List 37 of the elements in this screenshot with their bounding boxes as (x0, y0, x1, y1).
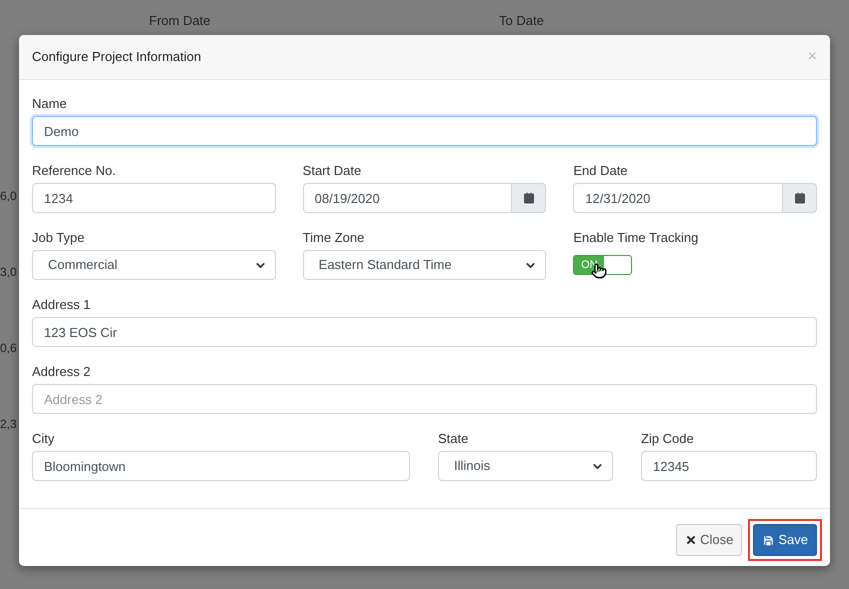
dialog-title: Configure Project Information (32, 48, 202, 66)
text-field[interactable]: 1234 (32, 183, 276, 213)
field-label: Start Date (302, 163, 362, 179)
close-dialog-button[interactable]: Close (676, 524, 742, 556)
close-icon (685, 534, 698, 546)
calendar-icon (794, 192, 806, 204)
field-label: State (438, 431, 470, 447)
table-cell-text: 3,0 (0, 264, 18, 279)
field-label: Address 1 (32, 297, 92, 313)
text-field[interactable]: Demo (32, 116, 817, 146)
table-cell-text: 0,6 (0, 340, 18, 355)
calendar-icon (522, 192, 535, 204)
field-label: Zip Code (641, 431, 695, 447)
field-label: Time Zone (302, 230, 366, 246)
select-field[interactable]: Commercial (32, 250, 276, 280)
text-field[interactable]: Bloomingtown (32, 451, 410, 481)
field-label: End Date (573, 163, 629, 179)
filter-label: To Date (499, 12, 545, 30)
text-field[interactable]: 12345 (641, 451, 817, 481)
date-field[interactable]: 08/19/2020 (302, 183, 512, 213)
calendar-button[interactable] (512, 183, 546, 213)
field-label: City (32, 431, 56, 447)
table-cell-text: 6,0 (0, 188, 18, 203)
field-label: Enable Time Tracking (573, 230, 700, 246)
select-field[interactable]: Eastern Standard Time (302, 250, 546, 280)
calendar-button[interactable] (783, 183, 817, 213)
field-label: Address 2 (32, 364, 92, 380)
save-button[interactable]: Save (753, 524, 817, 556)
field-label: Reference No. (32, 163, 117, 179)
text-field[interactable]: 123 EOS Cir (32, 317, 817, 347)
date-field[interactable]: 12/31/2020 (573, 183, 783, 213)
filter-label: From Date (149, 12, 212, 30)
table-cell-text: 2,3 (0, 416, 18, 431)
field-label: Job Type (32, 230, 86, 246)
select-field[interactable]: Illinois (438, 451, 613, 481)
text-field[interactable]: Address 2 (32, 384, 817, 414)
field-label: Name (32, 96, 68, 112)
